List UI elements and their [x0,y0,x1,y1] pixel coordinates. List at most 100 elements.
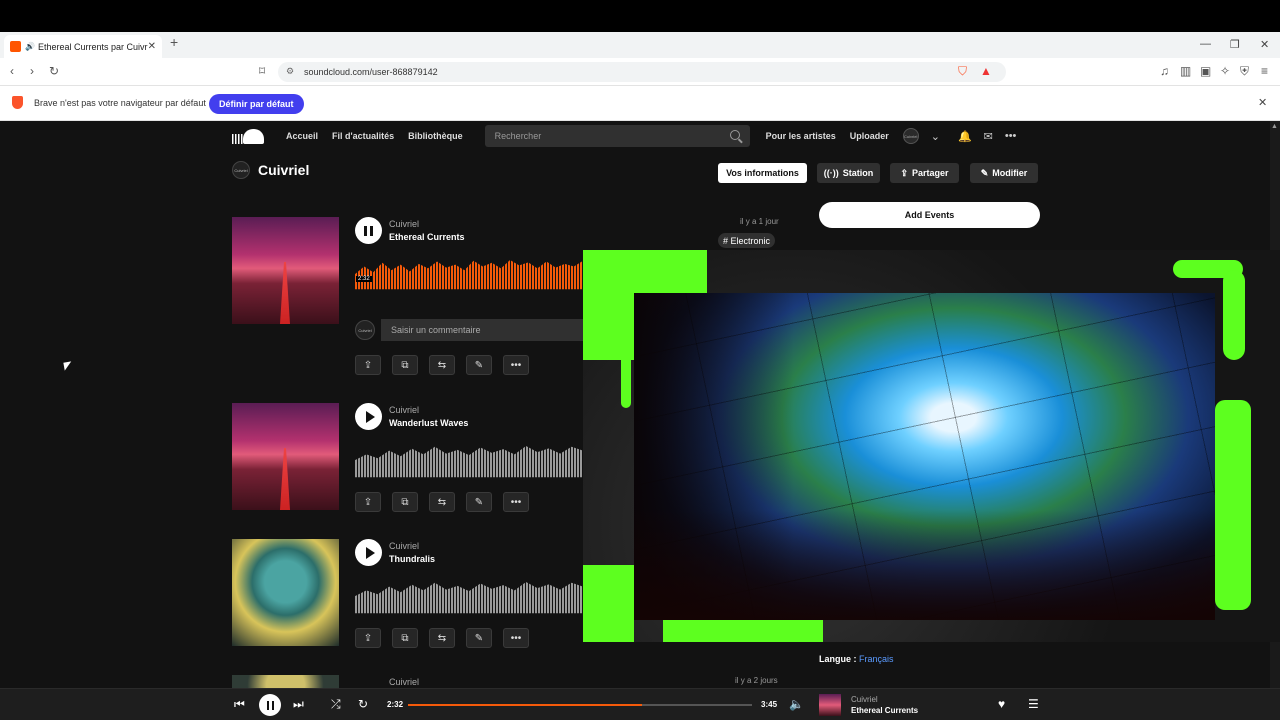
search-placeholder: Rechercher [494,131,542,141]
track-title[interactable]: Ethereal Currents [389,232,465,242]
add-events-button[interactable]: Add Events [819,202,1040,228]
forward-icon[interactable]: › [30,64,34,78]
new-tab-button[interactable]: + [170,34,178,50]
mail-icon[interactable]: ✉ [984,130,993,143]
brave-shield-icon[interactable]: ⛉ [958,64,967,79]
comment-input[interactable] [381,319,591,341]
track-artist[interactable]: Cuivriel [389,541,419,551]
waveform[interactable] [355,260,583,290]
nav-for-artists[interactable]: Pour les artistes [766,131,836,141]
more-icon[interactable]: ••• [503,628,529,648]
progress-bar[interactable] [408,704,752,706]
soundcloud-logo-icon[interactable] [232,128,264,144]
queue-icon[interactable]: ☰ [1028,697,1039,711]
comment-box: Cuivriel [355,319,591,341]
menu-icon[interactable]: ≡ [1261,64,1268,78]
share-icon[interactable]: ⇪ [355,628,381,648]
set-default-button[interactable]: Définir par défaut [209,94,304,114]
now-playing-artist[interactable]: Cuivriel [851,695,878,704]
more-icon[interactable]: ••• [503,492,529,512]
screen-top-black [0,0,1280,32]
language-link[interactable]: Français [859,654,894,664]
search-input[interactable]: Rechercher [484,125,750,147]
reload-icon[interactable]: ↻ [49,64,59,78]
media-icon[interactable]: ♫ [1160,64,1169,78]
track-artist[interactable]: Cuivriel [389,677,419,687]
bookmark-icon[interactable]: ⌑ [259,64,265,78]
edit-icon[interactable]: ✎ [466,628,492,648]
play-button[interactable] [355,403,382,430]
now-playing-title[interactable]: Ethereal Currents [851,706,918,715]
infobar-close-icon[interactable]: ✕ [1258,96,1267,109]
waveform[interactable] [355,582,583,614]
more-icon[interactable]: ••• [503,355,529,375]
site-settings-icon[interactable]: ⚙ [286,66,294,77]
station-button[interactable]: ((·)) Station [817,163,880,183]
track-artwork[interactable] [232,217,339,324]
bell-icon[interactable]: 🔔 [958,130,972,143]
share-icon[interactable]: ⇪ [355,355,381,375]
comment-avatar: Cuivriel [355,320,375,340]
heart-icon[interactable]: ♥ [998,697,1005,711]
back-icon[interactable]: ‹ [10,64,14,78]
minimize-icon[interactable]: — [1200,38,1211,50]
play-icon [365,546,375,559]
copy-link-icon[interactable]: ⧉ [392,355,418,375]
restore-icon[interactable]: ❐ [1230,38,1240,51]
copy-link-icon[interactable]: ⧉ [392,628,418,648]
nav-home[interactable]: Accueil [286,131,318,141]
track-artwork[interactable] [232,675,339,688]
repost-icon[interactable]: ⇆ [429,492,455,512]
green-paint-splat [621,310,631,408]
brave-rewards-icon[interactable]: ▲ [980,64,992,78]
pause-icon [266,700,274,710]
waveform[interactable] [355,446,583,478]
player-pause-button[interactable] [259,694,281,716]
track-artwork[interactable] [232,539,339,646]
share-icon[interactable]: ⇪ [355,492,381,512]
speaker-icon[interactable]: 🔊 [25,42,35,51]
track-artist[interactable]: Cuivriel [389,219,419,229]
wallet-icon[interactable]: ▣ [1200,64,1211,78]
track-title[interactable]: Thundralis [389,554,435,564]
edit-icon[interactable]: ✎ [466,355,492,375]
leo-icon[interactable]: ✧ [1220,64,1230,78]
volume-icon[interactable]: 🔈 [789,697,804,711]
browser-tab-active[interactable]: 🔊 Ethereal Currents par Cuivriel ✕ [4,35,162,58]
repost-icon[interactable]: ⇆ [429,355,455,375]
track-artwork[interactable] [232,403,339,510]
shuffle-icon[interactable]: ⤮ [331,697,341,712]
your-insights-button[interactable]: Vos informations [718,163,807,183]
tab-close-icon[interactable]: ✕ [148,41,156,52]
chevron-down-icon[interactable]: ⌄ [931,130,940,143]
address-bar[interactable]: ⚙ soundcloud.com/user-868879142 [278,62,1006,82]
pause-button[interactable] [355,217,382,244]
edit-button[interactable]: ✎ Modifier [970,163,1038,183]
next-icon[interactable]: ⏭ [293,697,304,712]
repeat-icon[interactable]: ↻ [358,697,368,711]
share-button[interactable]: ⇪ Partager [890,163,959,183]
repost-icon[interactable]: ⇆ [429,628,455,648]
sidebar-icon[interactable]: ▥ [1180,64,1191,78]
edit-icon[interactable]: ✎ [466,492,492,512]
nav-upload[interactable]: Uploader [850,131,889,141]
scroll-up-icon[interactable]: ▲ [1271,123,1278,130]
window-close-icon[interactable]: ✕ [1260,38,1269,51]
brave-logo-icon [12,96,23,109]
now-playing-artwork[interactable] [819,694,841,716]
vpn-icon[interactable]: ⛨ [1240,64,1249,79]
search-icon[interactable] [729,130,740,140]
profile-avatar[interactable]: Cuivriel [232,161,250,179]
nav-feed[interactable]: Fil d'actualités [332,131,394,141]
more-icon[interactable]: ••• [1005,130,1017,142]
profile-name[interactable]: Cuivriel [258,162,309,178]
nav-library[interactable]: Bibliothèque [408,131,463,141]
track-title[interactable]: Wanderlust Waves [389,418,468,428]
previous-icon[interactable]: ⏮ [234,697,245,712]
track-artist[interactable]: Cuivriel [389,405,419,415]
default-browser-infobar: Brave n'est pas votre navigateur par déf… [0,86,1280,121]
play-button[interactable] [355,539,382,566]
copy-link-icon[interactable]: ⧉ [392,492,418,512]
user-avatar[interactable]: Cuivriel [902,128,919,144]
genre-tag[interactable]: # Electronic [718,233,776,248]
